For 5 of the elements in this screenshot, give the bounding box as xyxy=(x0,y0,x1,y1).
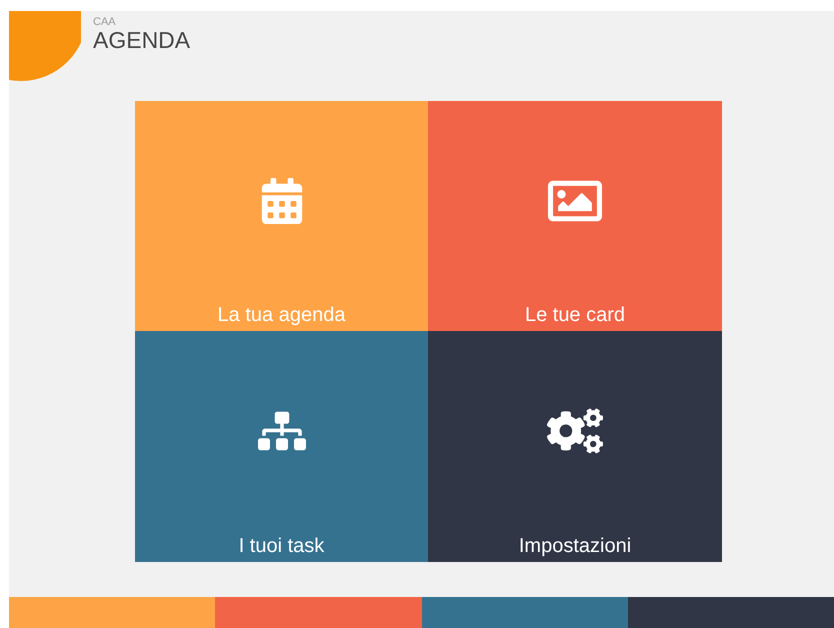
menu-tile[interactable]: Impostazioni xyxy=(428,331,722,562)
app-subtitle: CAA xyxy=(93,17,117,28)
app-title: AGENDA xyxy=(93,28,190,52)
menu-tile[interactable]: Le tue card xyxy=(428,101,722,331)
menu-tile[interactable]: I tuoi task xyxy=(135,331,428,562)
